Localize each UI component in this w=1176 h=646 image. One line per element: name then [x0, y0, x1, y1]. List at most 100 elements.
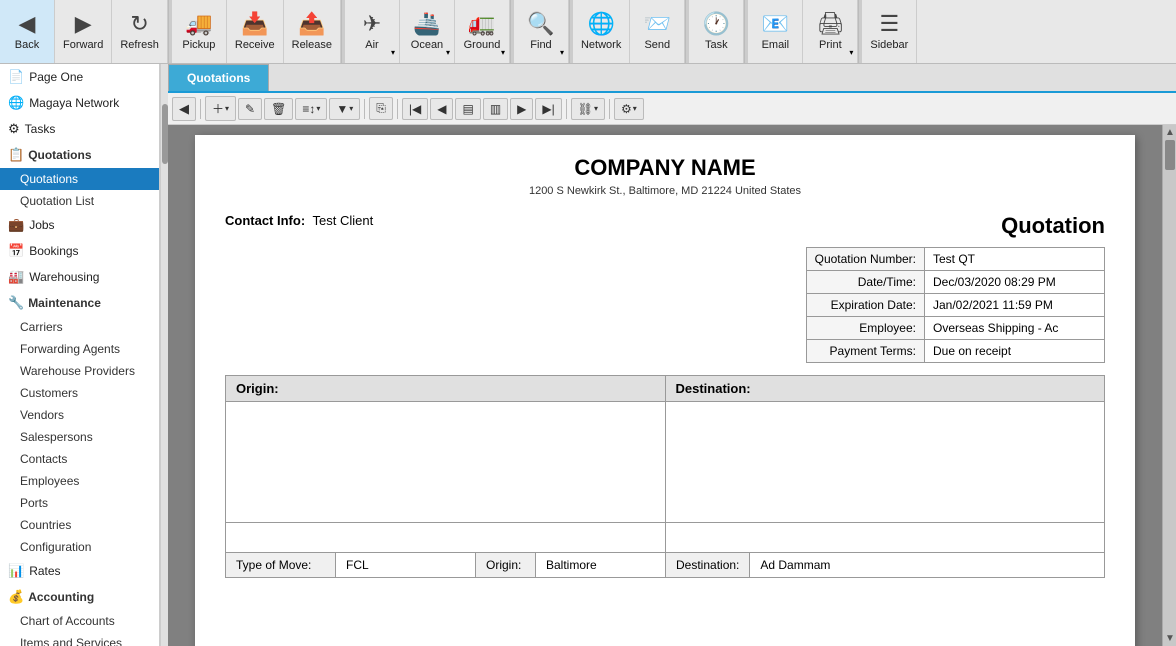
sidebar-item-configuration[interactable]: Configuration — [0, 536, 159, 558]
info-row-0: Quotation Number:Test QT — [806, 248, 1104, 271]
toolbar-btn-network[interactable]: 🌐Network — [573, 0, 630, 63]
quotation-right-block: Quotation Quotation Number:Test QTDate/T… — [806, 213, 1105, 363]
doc-area: COMPANY NAME 1200 S Newkirk St., Baltimo… — [168, 125, 1176, 646]
doc-toolbar: ◀＋▾✎🗑≡↕▾▼▾⎘|◀◀▤▥▶▶|⛓▾⚙▾ — [168, 93, 1176, 125]
doc-btn-icon-first: |◀ — [409, 102, 421, 116]
sidebar-label-page-one: Page One — [29, 70, 83, 84]
scroll-down[interactable]: ▼ — [1163, 631, 1176, 646]
doc-btn-next[interactable]: ▶ — [510, 98, 533, 120]
sidebar-icon-rates: 📊 — [8, 563, 24, 579]
sidebar-label-jobs: Jobs — [29, 218, 54, 232]
toolbar-icon-task: 🕐 — [703, 13, 730, 35]
toolbar-btn-air[interactable]: ✈Air — [345, 0, 400, 63]
scroll-up[interactable]: ▲ — [1163, 125, 1176, 140]
sidebar-item-warehouse-providers[interactable]: Warehouse Providers — [0, 360, 159, 382]
toolbar-icon-ground: 🚛 — [468, 13, 495, 35]
doc-btn-doc1[interactable]: ▤ — [455, 98, 480, 120]
doc-nav-left[interactable]: ◀ — [172, 97, 196, 121]
sidebar-group-accounting[interactable]: 💰Accounting — [0, 584, 159, 610]
toolbar-btn-print[interactable]: 🖨Print — [803, 0, 858, 63]
tab-quotations-tab[interactable]: Quotations — [168, 64, 269, 91]
doc-btn-last[interactable]: ▶| — [535, 98, 561, 120]
doc-btn-filter[interactable]: ▼▾ — [329, 98, 360, 120]
sidebar-item-items-and-services[interactable]: Items and Services — [0, 632, 159, 646]
quotation-title: Quotation — [806, 213, 1105, 239]
sidebar-scrollbar[interactable] — [160, 64, 168, 646]
doc-btn-icon-doc1: ▤ — [462, 102, 473, 116]
sidebar-item-countries[interactable]: Countries — [0, 514, 159, 536]
doc-btn-icon-edit: ✎ — [245, 102, 255, 116]
toolbar-btn-ocean[interactable]: 🚢Ocean — [400, 0, 455, 63]
toolbar-btn-task[interactable]: 🕐Task — [689, 0, 744, 63]
doc-btn-icon-link: ⛓ — [578, 102, 593, 116]
sidebar-item-customers[interactable]: Customers — [0, 382, 159, 404]
doc-btn-prev[interactable]: ◀ — [430, 98, 453, 120]
info-value-2: Jan/02/2021 11:59 PM — [925, 294, 1105, 317]
doc-btn-edit[interactable]: ✎ — [238, 98, 262, 120]
sidebar-item-salespersons[interactable]: Salespersons — [0, 426, 159, 448]
toolbar-btn-sidebar[interactable]: ☰Sidebar — [862, 0, 917, 63]
toolbar-btn-forward[interactable]: ▶Forward — [55, 0, 112, 63]
doc-scrollbar[interactable]: ▲ ▼ — [1162, 125, 1176, 646]
sidebar-item-chart-of-accounts[interactable]: Chart of Accounts — [0, 610, 159, 632]
sidebar-item-ports[interactable]: Ports — [0, 492, 159, 514]
toolbar-label-back: Back — [15, 39, 39, 51]
info-row-2: Expiration Date:Jan/02/2021 11:59 PM — [806, 294, 1104, 317]
sidebar-item-warehousing[interactable]: 🏭Warehousing — [0, 264, 159, 290]
toolbar-btn-back[interactable]: ◀Back — [0, 0, 55, 63]
sidebar-item-jobs[interactable]: 💼Jobs — [0, 212, 159, 238]
doc-view[interactable]: COMPANY NAME 1200 S Newkirk St., Baltimo… — [168, 125, 1162, 646]
doc-btn-arrow-sort: ▾ — [316, 104, 320, 113]
toolbar-btn-pickup[interactable]: 🚚Pickup — [172, 0, 227, 63]
sidebar-item-forwarding-agents[interactable]: Forwarding Agents — [0, 338, 159, 360]
sidebar-item-contacts[interactable]: Contacts — [0, 448, 159, 470]
toolbar-btn-receive[interactable]: 📥Receive — [227, 0, 284, 63]
move-type-value: FCL — [336, 553, 476, 577]
sidebar-item-magaya-network[interactable]: 🌐Magaya Network — [0, 90, 159, 116]
sidebar-item-bookings[interactable]: 📅Bookings — [0, 238, 159, 264]
sidebar-item-carriers[interactable]: Carriers — [0, 316, 159, 338]
info-label-4: Payment Terms: — [806, 340, 924, 363]
doc-btn-link[interactable]: ⛓▾ — [571, 98, 605, 120]
origin-label2: Origin: — [476, 553, 536, 577]
toolbar-icon-receive: 📥 — [241, 13, 268, 35]
scroll-thumb[interactable] — [1165, 140, 1175, 170]
sidebar-group-maintenance[interactable]: 🔧Maintenance — [0, 290, 159, 316]
sidebar-item-page-one[interactable]: 📄Page One — [0, 64, 159, 90]
doc-btn-doc2[interactable]: ▥ — [483, 98, 508, 120]
info-row-1: Date/Time:Dec/03/2020 08:29 PM — [806, 271, 1104, 294]
sidebar-item-rates[interactable]: 📊Rates — [0, 558, 159, 584]
toolbar-btn-ground[interactable]: 🚛Ground — [455, 0, 510, 63]
toolbar-btn-find[interactable]: 🔍Find — [514, 0, 569, 63]
doc-btn-icon-filter: ▼ — [336, 102, 348, 116]
doc-btn-first[interactable]: |◀ — [402, 98, 428, 120]
sidebar-scroll-thumb[interactable] — [162, 104, 168, 164]
doc-btn-arrow-filter: ▾ — [349, 104, 353, 113]
sidebar-group-quotations-group[interactable]: 📋Quotations — [0, 142, 159, 168]
toolbar-btn-send[interactable]: 📨Send — [630, 0, 685, 63]
sidebar-item-employees[interactable]: Employees — [0, 470, 159, 492]
toolbar-btn-release[interactable]: 📤Release — [284, 0, 341, 63]
origin-body — [226, 402, 665, 522]
sidebar-group-label-accounting: Accounting — [28, 590, 94, 604]
doc-btn-settings[interactable]: ⚙▾ — [614, 98, 644, 120]
doc-btn-sort[interactable]: ≡↕▾ — [295, 98, 327, 120]
doc-btn-delete[interactable]: 🗑 — [264, 98, 293, 120]
destination-label2: Destination: — [666, 553, 750, 577]
sidebar-item-quotation-list[interactable]: Quotation List — [0, 190, 159, 212]
toolbar-label-refresh: Refresh — [120, 39, 159, 51]
sidebar-item-quotations[interactable]: Quotations — [0, 168, 159, 190]
sidebar-item-tasks[interactable]: ⚙Tasks — [0, 116, 159, 142]
sidebar-item-vendors[interactable]: Vendors — [0, 404, 159, 426]
doc-btn-add[interactable]: ＋▾ — [205, 96, 236, 121]
destination-value: Ad Dammam — [750, 553, 1104, 577]
sidebar-group-icon-maintenance: 🔧 — [8, 295, 24, 311]
info-table: Quotation Number:Test QTDate/Time:Dec/03… — [806, 247, 1105, 363]
toolbar-icon-ocean: 🚢 — [413, 13, 440, 35]
doc-btn-copy[interactable]: ⎘ — [369, 97, 393, 120]
toolbar-btn-email[interactable]: 📧Email — [748, 0, 803, 63]
toolbar-btn-refresh[interactable]: ↻Refresh — [112, 0, 168, 63]
contact-info-label: Contact Info: — [225, 213, 305, 228]
doc-sep — [397, 99, 398, 119]
contact-info-block: Contact Info: Test Client — [225, 213, 373, 228]
